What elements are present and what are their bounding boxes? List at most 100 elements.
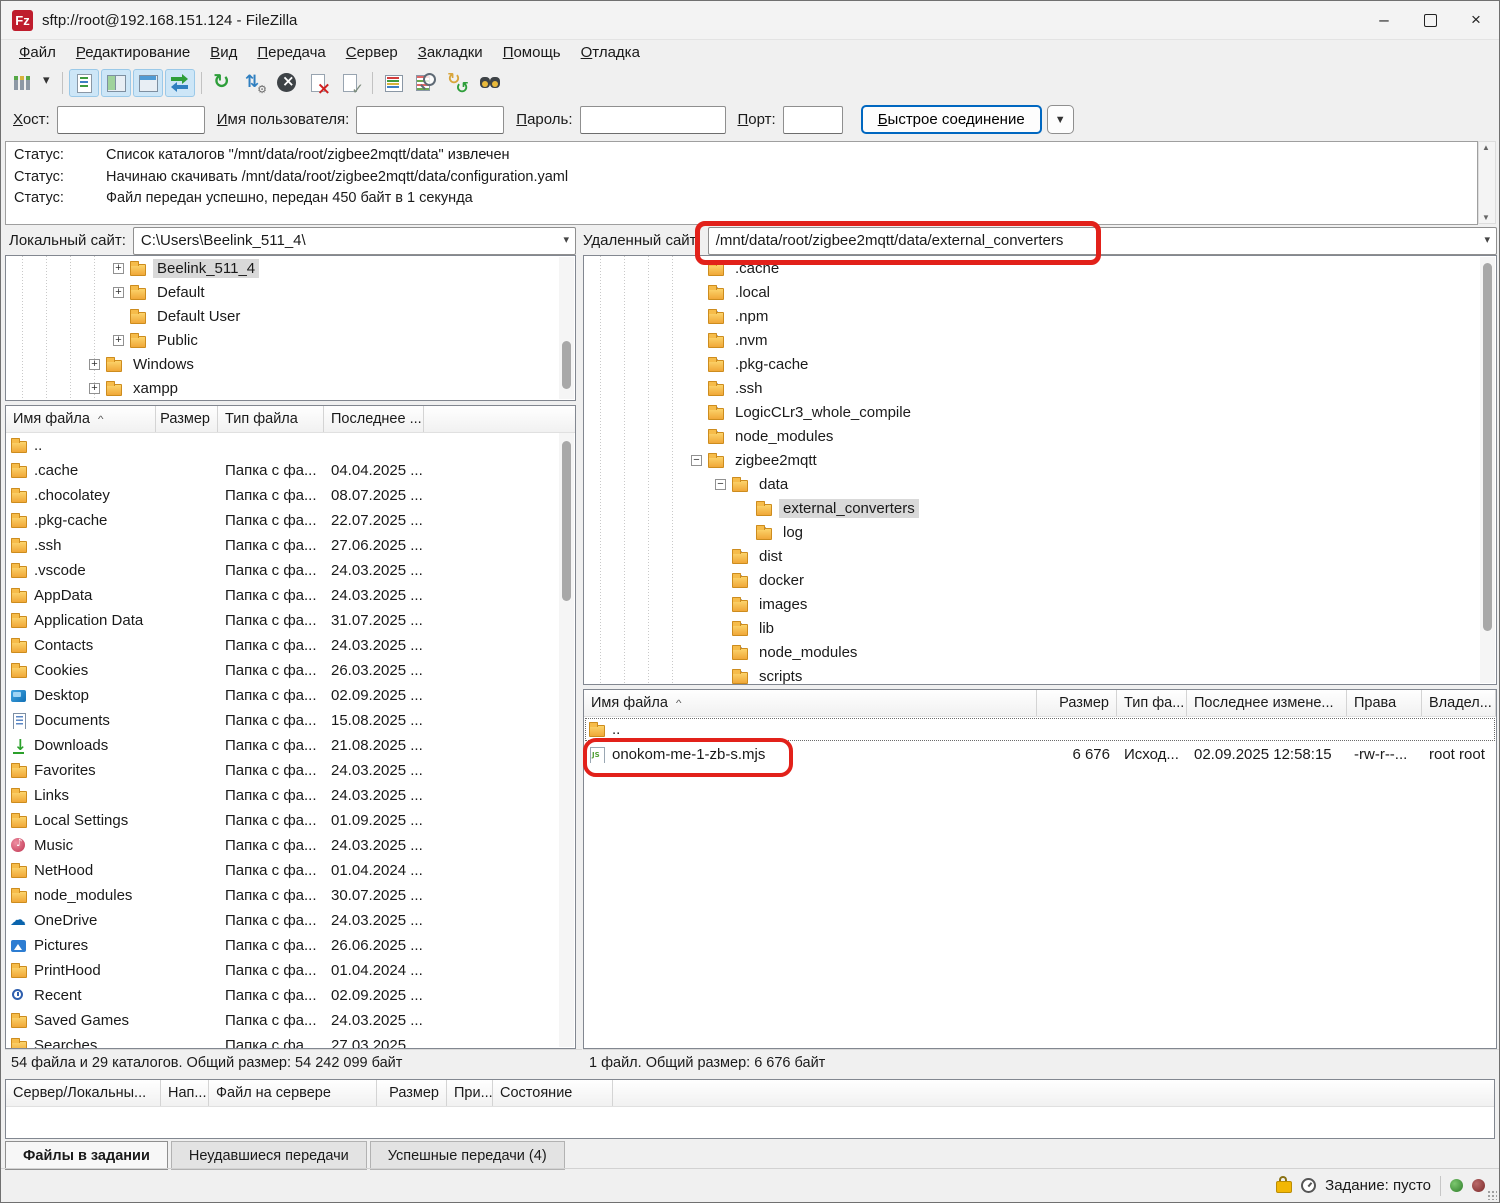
menu-item[interactable]: Файл: [9, 41, 66, 64]
queue-tab[interactable]: Файлы в задании: [5, 1141, 168, 1170]
file-row[interactable]: PicturesПапка с фа...26.06.2025 ...: [6, 933, 575, 958]
file-row[interactable]: CookiesПапка с фа...26.03.2025 ...: [6, 658, 575, 683]
menu-item[interactable]: Помощь: [493, 41, 571, 64]
file-row[interactable]: onokom-me-1-zb-s.mjs6 676Исход...02.09.2…: [584, 742, 1496, 767]
file-row[interactable]: DesktopПапка с фа...02.09.2025 ...: [6, 683, 575, 708]
file-row[interactable]: ContactsПапка с фа...24.03.2025 ...: [6, 633, 575, 658]
file-row[interactable]: PrintHoodПапка с фа...01.04.2024 ...: [6, 958, 575, 983]
port-input[interactable]: [783, 106, 843, 134]
tree-item[interactable]: ?scripts: [584, 664, 1496, 685]
menu-item[interactable]: Сервер: [336, 41, 408, 64]
quickconnect-button[interactable]: Быстрое соединение: [861, 105, 1042, 134]
maximize-button[interactable]: [1407, 1, 1453, 39]
column-header[interactable]: Сервер/Локальны...: [6, 1080, 161, 1106]
file-row[interactable]: ..: [6, 433, 575, 458]
column-header[interactable]: Права: [1347, 690, 1422, 716]
menu-item[interactable]: Закладки: [408, 41, 493, 64]
process-queue-button[interactable]: [240, 69, 270, 97]
tree-item[interactable]: Default User: [6, 304, 575, 328]
column-header[interactable]: Файл на сервере: [209, 1080, 377, 1106]
column-header[interactable]: При...: [447, 1080, 493, 1106]
column-header[interactable]: Имя файла^: [584, 690, 1037, 716]
speed-limit-icon[interactable]: [1301, 1178, 1316, 1193]
tree-item[interactable]: ?.cache: [584, 256, 1496, 280]
host-input[interactable]: [57, 106, 205, 134]
column-header[interactable]: Состояние: [493, 1080, 613, 1106]
tree-item[interactable]: ?node_modules: [584, 640, 1496, 664]
tree-item[interactable]: ?.nvm: [584, 328, 1496, 352]
transfer-queue-button[interactable]: [165, 69, 195, 97]
tree-item[interactable]: ?.pkg-cache: [584, 352, 1496, 376]
column-header[interactable]: Последнее ...: [324, 406, 424, 432]
column-header[interactable]: Имя файла^: [6, 406, 156, 432]
file-row[interactable]: ..: [584, 717, 1496, 742]
scrollbar-thumb[interactable]: [562, 441, 571, 601]
column-header[interactable]: Тип файла: [218, 406, 324, 432]
menu-item[interactable]: Отладка: [571, 41, 650, 64]
expand-icon[interactable]: +: [113, 287, 124, 298]
file-row[interactable]: .vscodeПапка с фа...24.03.2025 ...: [6, 558, 575, 583]
file-row[interactable]: AppDataПапка с фа...24.03.2025 ...: [6, 583, 575, 608]
tree-item[interactable]: +Beelink_511_4: [6, 256, 575, 280]
tree-item[interactable]: −zigbee2mqtt: [584, 448, 1496, 472]
file-row[interactable]: LinksПапка с фа...24.03.2025 ...: [6, 783, 575, 808]
close-button[interactable]: ×: [1453, 1, 1499, 39]
tree-item[interactable]: −data: [584, 472, 1496, 496]
filter-button[interactable]: [379, 69, 409, 97]
remote-tree-scrollbar[interactable]: [1480, 257, 1495, 683]
minimize-button[interactable]: –: [1361, 1, 1407, 39]
file-row[interactable]: Local SettingsПапка с фа...01.09.2025 ..…: [6, 808, 575, 833]
remote-site-combobox[interactable]: /mnt/data/root/zigbee2mqtt/data/external…: [708, 227, 1497, 255]
file-row[interactable]: MusicПапка с фа...24.03.2025 ...: [6, 833, 575, 858]
file-row[interactable]: .pkg-cacheПапка с фа...22.07.2025 ...: [6, 508, 575, 533]
tree-item[interactable]: ?.npm: [584, 304, 1496, 328]
reconnect-button[interactable]: [336, 69, 366, 97]
tree-item[interactable]: ?.ssh: [584, 376, 1496, 400]
file-row[interactable]: DocumentsПапка с фа...15.08.2025 ...: [6, 708, 575, 733]
message-log-scrollbar[interactable]: [1478, 141, 1496, 224]
file-row[interactable]: FavoritesПапка с фа...24.03.2025 ...: [6, 758, 575, 783]
tree-item[interactable]: +xampp: [6, 376, 575, 400]
disconnect-button[interactable]: [304, 69, 334, 97]
menu-item[interactable]: Передача: [247, 41, 335, 64]
tree-item[interactable]: ?lib: [584, 616, 1496, 640]
column-header[interactable]: Владел...: [1422, 690, 1496, 716]
scrollbar-thumb[interactable]: [562, 341, 571, 389]
cancel-button[interactable]: [272, 69, 302, 97]
queue-tab[interactable]: Успешные передачи (4): [370, 1141, 565, 1170]
scrollbar-thumb[interactable]: [1483, 263, 1492, 631]
quickconnect-dropdown-button[interactable]: ▼: [1047, 105, 1074, 134]
tree-item[interactable]: ?images: [584, 592, 1496, 616]
chevron-down-icon[interactable]: ▾: [563, 233, 569, 246]
expand-icon[interactable]: +: [113, 263, 124, 274]
dropdown-arrow-button[interactable]: [38, 69, 56, 97]
tree-item[interactable]: +Public: [6, 328, 575, 352]
find-files-button[interactable]: [475, 69, 505, 97]
refresh-button[interactable]: [208, 69, 238, 97]
local-site-combobox[interactable]: C:\Users\Beelink_511_4\ ▾: [133, 227, 576, 255]
sync-browse-button[interactable]: [443, 69, 473, 97]
password-input[interactable]: [580, 106, 726, 134]
column-header[interactable]: Размер: [377, 1080, 447, 1106]
tree-item[interactable]: ?docker: [584, 568, 1496, 592]
message-log-button[interactable]: [69, 69, 99, 97]
tree-item[interactable]: ?LogicCLr3_whole_compile: [584, 400, 1496, 424]
file-row[interactable]: .chocolateyПапка с фа...08.07.2025 ...: [6, 483, 575, 508]
remote-tree-button[interactable]: [133, 69, 163, 97]
tree-item[interactable]: ?node_modules: [584, 424, 1496, 448]
file-row[interactable]: SearchesПапка с фа...27.03.2025 ...: [6, 1033, 575, 1049]
username-input[interactable]: [356, 106, 504, 134]
compare-button[interactable]: [411, 69, 441, 97]
file-row[interactable]: .cacheПапка с фа...04.04.2025 ...: [6, 458, 575, 483]
column-header[interactable]: Тип фа...: [1117, 690, 1187, 716]
column-header[interactable]: Размер: [1037, 690, 1117, 716]
queue-tab[interactable]: Неудавшиеся передачи: [171, 1141, 367, 1170]
local-tree-scrollbar[interactable]: [559, 257, 574, 399]
file-row[interactable]: Saved GamesПапка с фа...24.03.2025 ...: [6, 1008, 575, 1033]
local-tree-button[interactable]: [101, 69, 131, 97]
tree-item[interactable]: ?dist: [584, 544, 1496, 568]
tree-item[interactable]: external_converters: [584, 496, 1496, 520]
expand-icon[interactable]: +: [113, 335, 124, 346]
column-header[interactable]: Нап...: [161, 1080, 209, 1106]
file-row[interactable]: NetHoodПапка с фа...01.04.2024 ...: [6, 858, 575, 883]
